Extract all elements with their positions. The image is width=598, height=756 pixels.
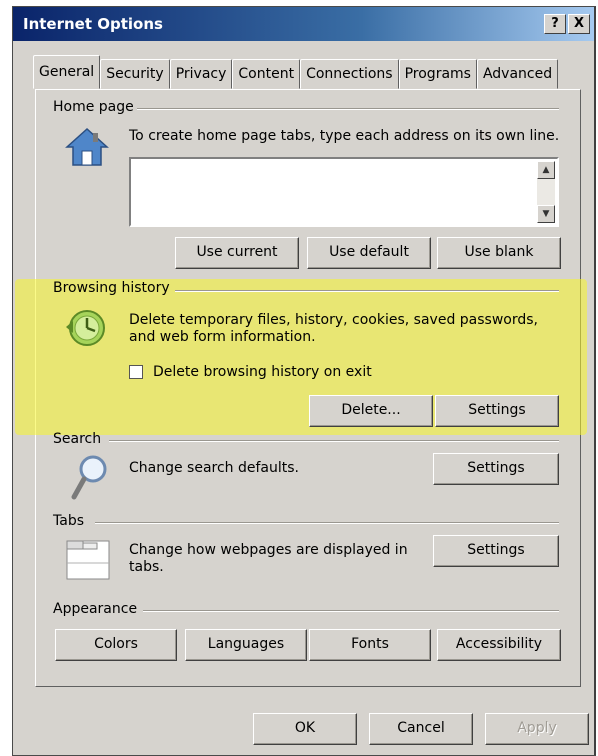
internet-options-dialog: Internet Options ? X General Security Pr… [12,6,596,756]
browsing-history-settings-button[interactable]: Settings [435,395,559,427]
tab-advanced[interactable]: Advanced [476,59,559,89]
group-divider [175,290,559,292]
home-page-description: To create home page tabs, type each addr… [129,128,560,144]
scroll-down-icon[interactable]: ▼ [537,205,555,223]
use-current-button[interactable]: Use current [175,237,299,269]
appearance-group-title: Appearance [53,601,138,617]
delete-on-exit-checkbox[interactable] [129,365,143,379]
home-page-group-title: Home page [53,99,134,115]
group-divider [137,108,559,110]
accessibility-button[interactable]: Accessibility [437,629,561,661]
magnifier-icon [69,453,109,507]
group-divider [95,522,559,524]
browsing-history-description-line2: and web form information. [129,329,316,345]
window-title: Internet Options [23,15,163,33]
tab-content[interactable]: Content [232,59,301,89]
use-blank-button[interactable]: Use blank [437,237,561,269]
cancel-button[interactable]: Cancel [369,713,473,745]
tabs-description-line1: Change how webpages are displayed in [129,542,408,558]
group-divider [109,440,559,442]
tab-strip: General Security Privacy Content Connect… [33,55,559,89]
vertical-scrollbar[interactable]: ▲ ▼ [537,161,555,223]
languages-button[interactable]: Languages [185,629,307,661]
tab-general[interactable]: General [33,55,101,89]
search-description: Change search defaults. [129,460,300,476]
house-icon [65,127,109,173]
help-button[interactable]: ? [544,14,566,34]
home-page-urls-input[interactable]: ▲ ▼ [129,157,559,227]
scroll-up-icon[interactable]: ▲ [537,161,555,179]
apply-button[interactable]: Apply [485,713,589,745]
close-button[interactable]: X [568,14,590,34]
browsing-history-description-line1: Delete temporary files, history, cookies… [129,312,538,328]
delete-on-exit-label[interactable]: Delete browsing history on exit [153,363,372,381]
search-settings-button[interactable]: Settings [433,453,559,485]
fonts-button[interactable]: Fonts [309,629,431,661]
tabs-group-title: Tabs [53,513,84,529]
tab-security[interactable]: Security [100,59,170,89]
tab-connections[interactable]: Connections [300,59,399,89]
browsing-history-group-title: Browsing history [53,280,170,296]
search-group-title: Search [53,431,102,447]
title-bar[interactable]: Internet Options ? X [13,7,594,41]
tabs-window-icon [65,537,111,587]
use-default-button[interactable]: Use default [307,237,431,269]
tabs-settings-button[interactable]: Settings [433,535,559,567]
history-clock-icon [63,307,109,353]
tab-privacy[interactable]: Privacy [169,59,233,89]
colors-button[interactable]: Colors [55,629,177,661]
tab-programs[interactable]: Programs [398,59,477,89]
group-divider [143,610,559,612]
ok-button[interactable]: OK [253,713,357,745]
delete-button[interactable]: Delete... [309,395,433,427]
tabs-description-line2: tabs. [129,559,164,575]
